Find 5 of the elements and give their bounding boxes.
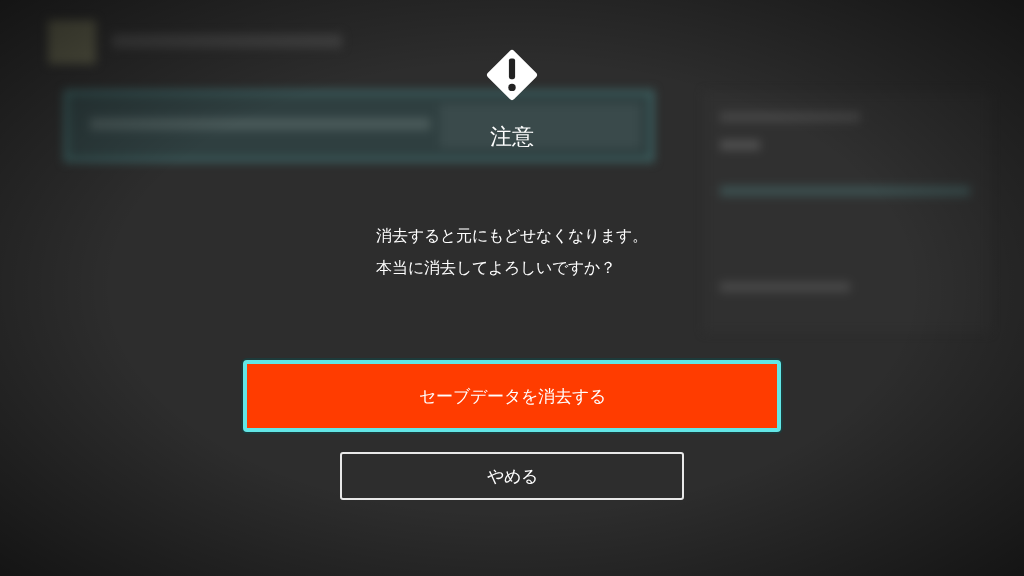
blurred-thumbnail — [48, 20, 96, 64]
erase-button[interactable]: セーブデータを消去する — [243, 360, 781, 432]
warning-message: 消去すると元にもどせなくなります。 本当に消去してよろしいですか？ — [376, 225, 648, 279]
dialog-title: 注意 — [490, 123, 534, 151]
cancel-button[interactable]: やめる — [340, 452, 684, 500]
